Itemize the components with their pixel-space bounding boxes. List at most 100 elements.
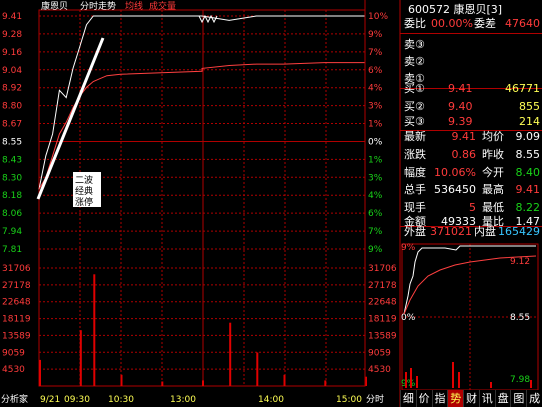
mini-bot-pct: 9% [401,379,416,389]
pct-tick: 9% [368,30,383,40]
price-tick: 8.43 [2,155,22,165]
price-tick: 7.94 [2,227,22,237]
volume-tick-right: 22648 [368,298,397,308]
price-tick: 8.18 [2,191,22,201]
bid-label-1: 买① [404,82,425,95]
volume-bar [161,381,164,386]
pct-tick: 6% [368,209,383,219]
avg-line [38,62,365,190]
price-tick: 8.80 [2,102,22,112]
volume-tick-right: 18119 [368,315,397,325]
bottom-tab[interactable]: 财 [463,390,479,407]
price-tick: 8.55 [2,137,22,147]
pct-tick: 9% [368,245,383,255]
bottom-tab[interactable]: 势 [447,390,464,407]
time-tick: 10:30 [108,395,134,405]
volume-tick: 27178 [2,281,31,291]
volume-tick: 31706 [2,264,31,274]
pct-tick: 10% [368,12,388,22]
volume-bar [256,352,259,386]
volume-bar [283,374,286,386]
annotation-line-3: 涨停 [75,196,93,208]
time-tick: 9/21 [40,395,60,405]
mini-top-pct: 9% [401,243,416,253]
weicha-value: 47640 [505,17,540,30]
mini-price-bot: 7.98 [510,375,530,385]
volume-tick: 9059 [2,348,25,358]
volume-tick-right: 9059 [368,348,391,358]
stat-label-2: 均价 [482,130,504,143]
volume-tick-right: 4530 [368,365,391,375]
divider-1 [400,33,542,34]
stat-value-2: 8.55 [515,148,541,161]
pct-tick: 0% [368,137,383,147]
mini-intraday-chart[interactable]: 9% 0% 9% 9.12 8.55 7.98 分时 [401,243,539,405]
pct-tick: 1% [368,155,383,165]
bottom-tab[interactable]: 盘 [494,390,511,407]
stat-label: 总手 [404,183,426,196]
price-tick: 9.16 [2,48,22,58]
weicha-label: 委差 [474,17,496,30]
stat-value: 536450 [434,183,476,196]
time-tick: 09:30 [64,395,90,405]
volume-tick: 22648 [2,298,31,308]
volume-tick-right: 31706 [368,264,397,274]
time-tick: 分析家 [1,393,28,405]
pct-tick: 7% [368,227,383,237]
bottom-tab[interactable]: 讯 [478,390,495,407]
pct-tick: 4% [368,191,383,201]
volume-bar [324,380,327,386]
weibi-value: 00.00% [431,17,473,30]
waipan-label: 外盘 [404,225,426,238]
volume-tick-right: 27178 [368,281,397,291]
stat-row: 涨跌 0.86 昨收 8.55 [400,145,542,164]
price-line [38,15,365,190]
price-tick: 8.06 [2,209,22,219]
pct-tick: 3% [368,102,383,112]
stat-value-2: 9.41 [515,183,541,196]
neipan-value: 165429 [498,225,540,238]
volume-tick: 4530 [2,365,25,375]
price-tick: 7.81 [2,245,22,255]
price-lines[interactable] [38,14,365,190]
annotation-line-1: 二波 [75,174,93,186]
volume-bar [93,274,96,386]
time-tick: 13:00 [170,395,196,405]
weibi-label: 委比 [404,17,426,30]
price-tick: 9.41 [2,12,22,22]
bottom-tab[interactable]: 细 [400,390,416,407]
mini-price-top: 9.12 [510,257,530,267]
time-tick: 15:00 [336,395,362,405]
stat-row: 总手 536450 最高 9.41 [400,180,542,199]
view-label: 分时走势 [80,0,116,12]
bottom-tab[interactable]: 价 [415,390,432,407]
stat-value-2: 9.09 [515,130,541,143]
price-tick: 8.92 [2,84,22,94]
stat-value: 0.86 [451,148,477,161]
waipan-value: 371021 [430,225,472,238]
bottom-tab[interactable]: 成 [526,390,542,407]
pct-tick: 3% [368,173,383,183]
volume-tick: 13589 [2,331,31,341]
volume-bar [120,374,123,386]
mini-mid-pct: 0% [401,313,416,323]
volume-bar [39,359,41,386]
stat-row: 最新 9.41 均价 9.09 [400,127,542,146]
mini-price-mid: 8.55 [510,313,530,323]
volume-bar [79,330,82,386]
weibi-row: 委比 00.00% 委差 47640 [400,14,542,33]
pct-tick: 1% [368,120,383,130]
bid-row-1[interactable]: 买① 9.41 46771 [400,79,542,98]
stat-label-2: 最高 [482,183,504,196]
price-tick: 8.30 [2,173,22,183]
price-tick: 8.67 [2,120,22,130]
bid-price-1: 9.41 [448,82,473,95]
stat-label: 最新 [404,130,426,143]
bottom-tab[interactable]: 指 [431,390,448,407]
annotation-line-2: 经典 [75,185,93,197]
volume-bar [202,380,204,386]
pct-tick: 4% [368,84,383,94]
pct-tick: 6% [368,66,383,76]
bottom-tab[interactable]: 图 [510,390,527,407]
volume-bar [229,322,232,386]
